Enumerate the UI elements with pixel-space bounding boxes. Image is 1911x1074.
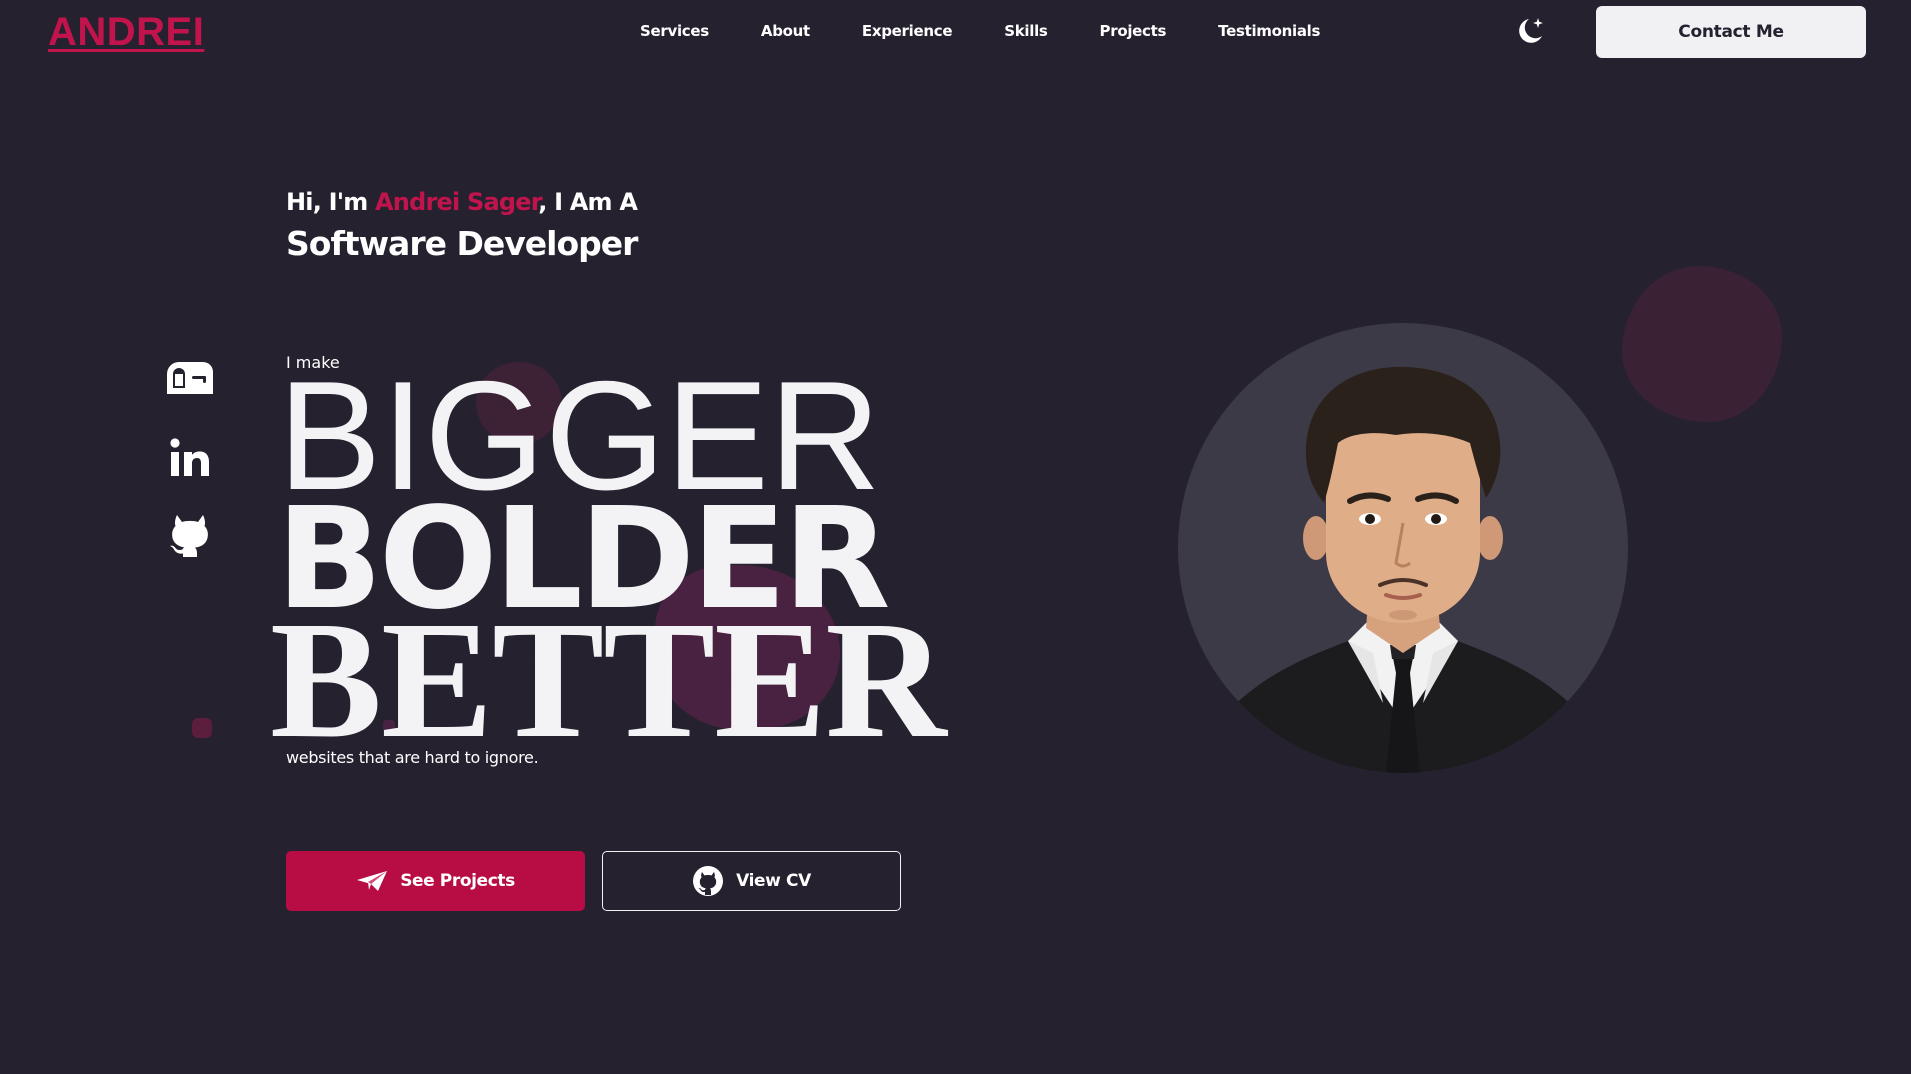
nav-testimonials[interactable]: Testimonials <box>1218 22 1320 40</box>
greeting-suffix: , I Am A <box>538 188 638 216</box>
role-title: Software Developer <box>286 224 638 263</box>
theme-toggle-button[interactable] <box>1512 14 1548 50</box>
logo[interactable]: ANDREI <box>48 10 204 54</box>
profile-photo <box>1178 323 1628 773</box>
paper-plane-icon <box>357 871 388 891</box>
nav-skills[interactable]: Skills <box>1004 22 1048 40</box>
see-projects-label: See Projects <box>400 871 515 891</box>
view-cv-label: View CV <box>736 871 811 891</box>
hero-name: Andrei Sager <box>375 188 539 216</box>
header: ANDREI Services About Experience Skills … <box>0 0 1911 64</box>
nav-experience[interactable]: Experience <box>862 22 953 40</box>
contact-me-button[interactable]: Contact Me <box>1596 6 1866 58</box>
nav-about[interactable]: About <box>761 22 810 40</box>
page: ANDREI Services About Experience Skills … <box>0 0 1911 1074</box>
view-cv-button[interactable]: View CV <box>602 851 901 911</box>
see-projects-button[interactable]: See Projects <box>286 851 585 911</box>
intro-line: Hi, I'm Andrei Sager, I Am A <box>286 188 638 216</box>
greeting-prefix: Hi, I'm <box>286 188 376 216</box>
github-icon <box>693 866 724 896</box>
profile-photo-illustration <box>1218 366 1588 773</box>
linkedin-icon <box>170 438 209 476</box>
decor-blob-top-right <box>1622 266 1782 422</box>
nav-projects[interactable]: Projects <box>1100 22 1167 40</box>
headline-word-better: BETTER <box>270 587 947 773</box>
moon-star-icon <box>1519 18 1543 43</box>
decor-dot-left <box>192 718 212 738</box>
tagline: websites that are hard to ignore. <box>286 748 539 767</box>
social-github-link[interactable] <box>164 508 216 560</box>
social-linkedin-link[interactable] <box>164 432 216 484</box>
nav-services[interactable]: Services <box>640 22 709 40</box>
mailbox-icon <box>167 362 213 394</box>
github-icon <box>170 515 208 557</box>
social-email-link[interactable] <box>164 352 216 404</box>
main-nav: Services About Experience Skills Project… <box>640 22 1320 40</box>
